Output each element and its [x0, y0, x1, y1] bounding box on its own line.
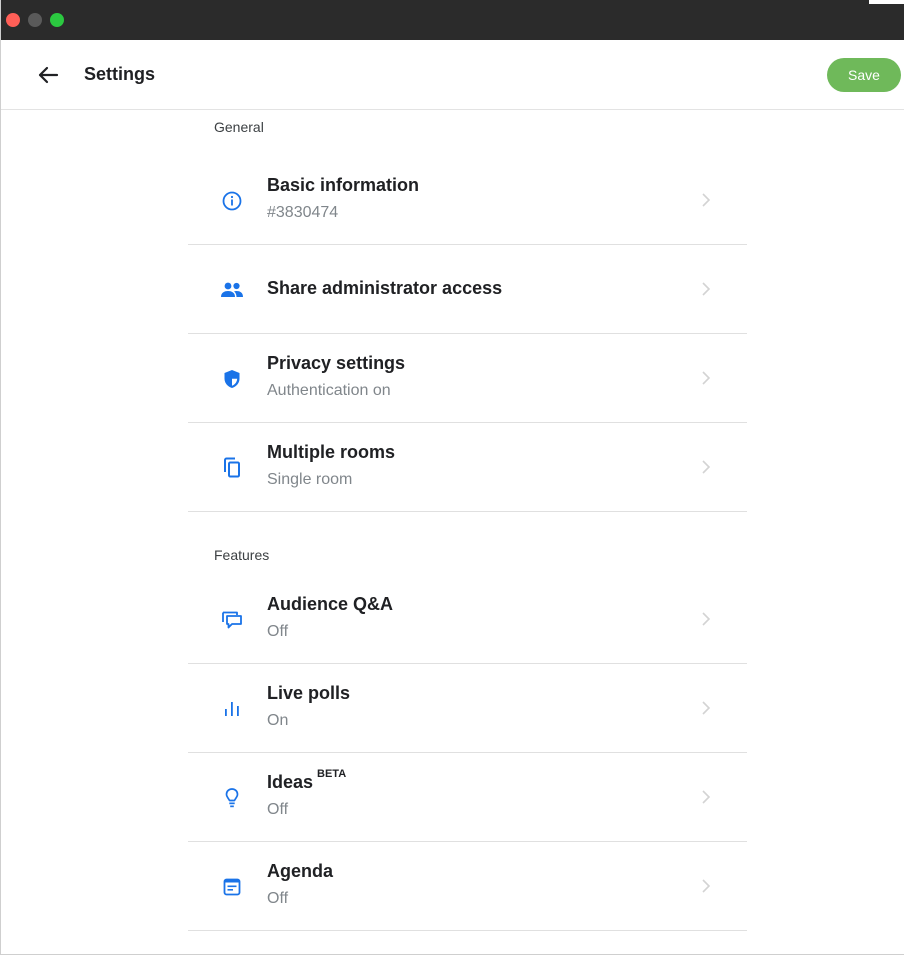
section-title-general: General	[214, 119, 264, 135]
item-subtitle: Authentication on	[267, 382, 391, 399]
item-title: Agenda	[267, 861, 334, 881]
settings-item-basic-information[interactable]: Basic information #3830474	[188, 156, 747, 245]
app-window: Settings Save General Basic information …	[0, 0, 904, 955]
people-icon	[219, 277, 245, 303]
maximize-window-button[interactable]	[50, 13, 64, 27]
item-subtitle: Off	[267, 623, 289, 640]
section-title-features: Features	[214, 547, 270, 563]
bar-chart-icon	[219, 696, 245, 722]
copy-icon	[219, 455, 245, 481]
close-window-button[interactable]	[6, 13, 20, 27]
item-subtitle: Single room	[267, 471, 353, 488]
item-title: Basic information	[267, 175, 420, 195]
settings-item-agenda[interactable]: Agenda Off	[188, 842, 747, 931]
chevron-right-icon	[700, 699, 712, 717]
settings-item-multiple-rooms[interactable]: Multiple rooms Single room	[188, 423, 747, 512]
chevron-right-icon	[700, 369, 712, 387]
page-title: Settings	[84, 64, 156, 84]
settings-item-share-admin-access[interactable]: Share administrator access	[188, 245, 747, 334]
chat-bubbles-icon	[219, 607, 245, 633]
chevron-right-icon	[700, 191, 712, 209]
item-subtitle: #3830474	[267, 204, 339, 221]
settings-item-audience-qa[interactable]: Audience Q&A Off	[188, 575, 747, 664]
chevron-right-icon	[700, 280, 712, 298]
item-subtitle: Off	[267, 801, 289, 818]
agenda-icon	[219, 874, 245, 900]
item-title: Audience Q&A	[267, 594, 394, 614]
item-subtitle: On	[267, 712, 289, 729]
chevron-right-icon	[700, 458, 712, 476]
item-title: Multiple rooms	[267, 442, 396, 462]
chevron-right-icon	[700, 877, 712, 895]
save-button[interactable]: Save	[827, 58, 901, 92]
info-icon	[219, 188, 245, 214]
settings-item-ideas[interactable]: Ideas BETA Off	[188, 753, 747, 842]
item-subtitle: Off	[267, 890, 289, 907]
item-title: Live polls	[267, 683, 351, 703]
settings-item-live-polls[interactable]: Live polls On	[188, 664, 747, 753]
item-title: Ideas BETA	[267, 768, 346, 793]
shield-icon	[219, 366, 245, 392]
chevron-right-icon	[700, 610, 712, 628]
item-title-text: Ideas	[267, 772, 314, 792]
chevron-right-icon	[700, 788, 712, 806]
window-titlebar	[1, 0, 904, 40]
back-arrow-icon[interactable]	[35, 62, 61, 88]
beta-badge: BETA	[317, 768, 347, 780]
lightbulb-icon	[219, 785, 245, 811]
minimize-window-button[interactable]	[28, 13, 42, 27]
settings-item-privacy-settings[interactable]: Privacy settings Authentication on	[188, 334, 747, 423]
item-title: Privacy settings	[267, 353, 406, 373]
titlebar-corner	[869, 0, 904, 4]
page-header: Settings Save	[1, 40, 904, 110]
item-title: Share administrator access	[267, 278, 503, 298]
settings-content: General Basic information #3830474 Share…	[188, 110, 747, 931]
